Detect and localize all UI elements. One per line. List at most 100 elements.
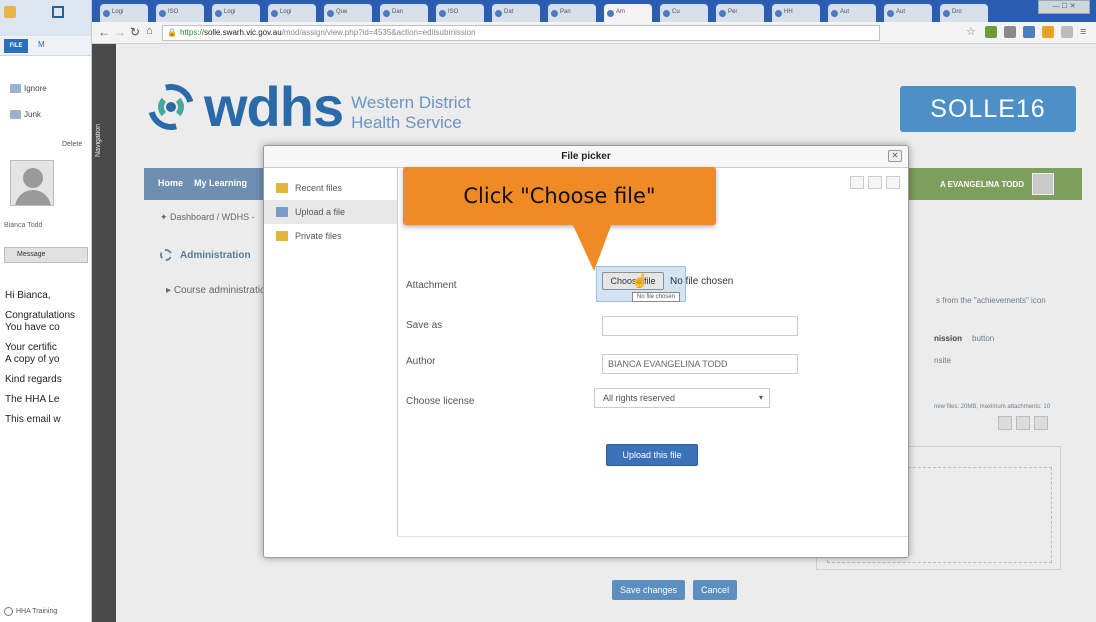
tree-view-icon[interactable] (1034, 416, 1048, 430)
author-input[interactable] (602, 354, 798, 374)
browser-tab[interactable]: Aut (884, 4, 932, 22)
browser-tab[interactable]: ISO (436, 4, 484, 22)
browser-tab[interactable]: Que (324, 4, 372, 22)
browser-tab[interactable]: Dro (940, 4, 988, 22)
repo-private-files[interactable]: Private files (264, 224, 397, 248)
tab-favicon-icon (159, 10, 166, 17)
extension-icon[interactable] (1061, 26, 1073, 38)
repo-upload-file[interactable]: Upload a file (264, 200, 397, 224)
tab-label: ISO (168, 9, 179, 15)
avatar-body (15, 190, 51, 205)
save-as-input[interactable] (602, 316, 798, 336)
site-logo[interactable]: wdhs Western District Health Service (139, 75, 471, 139)
browser-tab[interactable]: Aut (828, 4, 876, 22)
star-icon[interactable]: ☆ (966, 26, 978, 38)
user-name: A EVANGELINA TODD (939, 179, 1024, 189)
home-icon[interactable]: ⌂ (146, 25, 153, 37)
outlook-footer[interactable]: HHA Training (4, 607, 57, 616)
browser-tab[interactable]: ISO (156, 4, 204, 22)
browser-tab[interactable]: Logi (100, 4, 148, 22)
chevron-down-icon: ▾ (758, 393, 763, 402)
cancel-button[interactable]: Cancel (693, 580, 738, 600)
close-icon[interactable]: ✕ (888, 150, 902, 162)
browser-tab[interactable]: Logi (268, 4, 316, 22)
logo-wordmark: wdhs (204, 75, 344, 138)
tab-favicon-icon (551, 10, 558, 17)
tooltip: No file chosen (632, 292, 681, 302)
course-administration-link[interactable]: ▸ Course administration (166, 285, 271, 296)
administration-block: Administration ▸ Course administration (160, 249, 271, 296)
tab-label: HH (784, 9, 793, 15)
delete-button[interactable]: Delete (62, 141, 82, 148)
form-buttons: Save changes Cancel (612, 580, 738, 600)
tab-label: Logi (224, 9, 236, 15)
filemanager-view-icons (998, 416, 1048, 430)
folder-icon (276, 231, 288, 241)
list-view-icon[interactable] (868, 176, 882, 189)
tab-label: Aut (840, 9, 850, 15)
save-icon[interactable] (52, 6, 64, 18)
ignore-button[interactable]: Ignore (10, 84, 47, 93)
url-scheme: https:// (179, 28, 204, 37)
junk-button[interactable]: Junk (10, 110, 41, 119)
mouse-cursor-icon: ☝ (631, 272, 649, 288)
browser-tab[interactable]: Am (604, 4, 652, 22)
browser-tab[interactable]: HH (772, 4, 820, 22)
address-bar[interactable]: 🔒 https://solle.swarh.vic.gov.au/mod/assi… (162, 25, 880, 41)
administration-title: Administration (180, 249, 251, 261)
repo-recent-files[interactable]: Recent files (264, 176, 397, 200)
extension-icon[interactable] (985, 26, 997, 38)
icons-view-icon[interactable] (850, 176, 864, 189)
extension-icon[interactable] (1004, 26, 1016, 38)
outlook-file-tab[interactable]: FILE (4, 39, 28, 53)
icons-view-icon[interactable] (998, 416, 1012, 430)
outlook-window: FILE M Ignore Junk Delete Bianca Todd Me… (0, 0, 92, 622)
no-file-chosen-text: No file chosen (670, 276, 734, 287)
tab-label: Am (616, 9, 625, 15)
instruction-text: nsite (934, 356, 951, 365)
forward-icon[interactable]: → (114, 25, 126, 39)
browser-tab[interactable]: Cu (660, 4, 708, 22)
tab-favicon-icon (663, 10, 670, 17)
license-label: Choose license (406, 396, 475, 407)
browser-tab[interactable]: Pan (548, 4, 596, 22)
extension-icon[interactable] (1023, 26, 1035, 38)
browser-toolbar: ← → ↻ ⌂ 🔒 https://solle.swarh.vic.gov.au/… (92, 22, 1096, 44)
tab-favicon-icon (719, 10, 726, 17)
junk-label: Junk (24, 110, 41, 119)
outlook-title-bar (0, 0, 91, 36)
breadcrumb[interactable]: ✦ Dashboard / WDHS - (160, 212, 255, 223)
dialog-title: File picker (264, 146, 908, 168)
nav-my-learning[interactable]: My Learning (194, 178, 247, 188)
browser-tab[interactable]: Dat (492, 4, 540, 22)
instruction-text: button (972, 334, 995, 343)
footer-label: HHA Training (16, 608, 58, 615)
message-button[interactable]: Message (4, 247, 88, 263)
tree-view-icon[interactable] (886, 176, 900, 189)
license-select[interactable]: All rights reserved ▾ (594, 388, 770, 408)
navigation-label: Navigation (95, 123, 102, 157)
nav-home[interactable]: Home (158, 178, 183, 188)
user-menu-content: A EVANGELINA TODD (940, 172, 1054, 196)
browser-tab[interactable]: Dan (380, 4, 428, 22)
back-icon[interactable]: ← (98, 25, 110, 39)
list-view-icon[interactable] (1016, 416, 1030, 430)
navigation-drawer[interactable]: Navigation (92, 44, 116, 622)
outlook-ribbon-tab[interactable]: M (38, 40, 45, 49)
callout-text: Click "Choose file" (463, 184, 656, 208)
upload-file-button[interactable]: Upload this file (606, 444, 698, 466)
browser-tab[interactable]: Per (716, 4, 764, 22)
callout-pointer (572, 223, 612, 271)
tab-label: Cu (672, 9, 680, 15)
extension-icon[interactable] (1042, 26, 1054, 38)
tab-favicon-icon (943, 10, 950, 17)
reload-icon[interactable]: ↻ (130, 25, 140, 39)
user-avatar (1032, 173, 1054, 195)
browser-tab[interactable]: Logi (212, 4, 260, 22)
window-controls[interactable]: — ☐ ✕ (1038, 0, 1090, 14)
upload-icon (276, 207, 288, 217)
menu-icon[interactable]: ≡ (1080, 26, 1092, 38)
email-line: Hi Bianca, (5, 290, 51, 301)
save-changes-button[interactable]: Save changes (612, 580, 686, 600)
user-menu[interactable]: A EVANGELINA TODD (906, 168, 1082, 200)
